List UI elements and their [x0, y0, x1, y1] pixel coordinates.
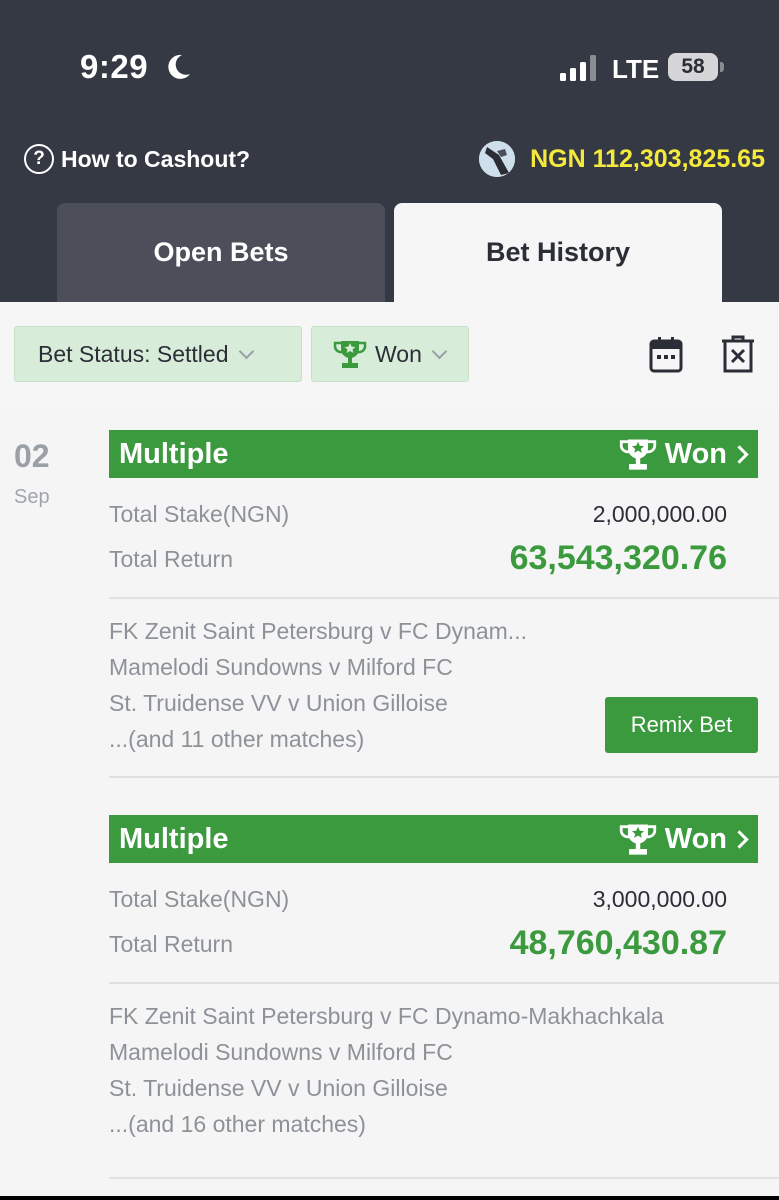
- how-to-cashout-label: How to Cashout?: [61, 145, 251, 172]
- bet-card[interactable]: Multiple Won Total Stake(NGN) 2,000,000.…: [109, 430, 779, 778]
- network-type: LTE: [612, 54, 660, 84]
- trophy-icon: [619, 824, 656, 855]
- divider: [109, 982, 779, 984]
- chevron-down-icon: [431, 343, 448, 359]
- bottom-edge: [0, 1196, 779, 1200]
- battery-icon: 58: [668, 53, 718, 81]
- date-day: 02: [14, 438, 50, 474]
- bet-status-dropdown[interactable]: Bet Status: Settled: [14, 326, 302, 382]
- divider: [109, 776, 779, 778]
- total-return-value: 63,543,320.76: [509, 539, 727, 577]
- battery-tip: [720, 62, 724, 72]
- tab-open-bets[interactable]: Open Bets: [57, 203, 385, 302]
- moon-icon: [168, 54, 190, 79]
- bet-result-label: Won: [664, 822, 727, 855]
- avatar[interactable]: [479, 141, 516, 177]
- match-item: Mamelodi Sundowns v Milford FC: [109, 654, 453, 680]
- result-filter-label: Won: [375, 340, 422, 367]
- total-stake-label: Total Stake(NGN): [109, 886, 290, 912]
- match-item: FK Zenit Saint Petersburg v FC Dynam...: [109, 618, 527, 644]
- bet-card[interactable]: Multiple Won Total Stake(NGN) 3,000,000.…: [109, 815, 779, 1185]
- total-stake-label: Total Stake(NGN): [109, 501, 290, 527]
- bet-status-label: Bet Status: Settled: [38, 340, 229, 367]
- total-stake-value: 2,000,000.00: [592, 501, 727, 527]
- total-return-label: Total Return: [109, 931, 234, 957]
- match-item: FK Zenit Saint Petersburg v FC Dynamo-Ma…: [109, 1003, 664, 1029]
- remix-bet-button[interactable]: Remix Bet: [605, 697, 758, 753]
- bet-type: Multiple: [119, 437, 229, 470]
- total-stake-value: 3,000,000.00: [592, 886, 727, 912]
- match-item: ...(and 16 other matches): [109, 1111, 366, 1137]
- battery-level: 58: [681, 55, 705, 78]
- tab-bet-history[interactable]: Bet History: [394, 203, 722, 302]
- balance-amount: NGN 112,303,825.65: [530, 144, 765, 173]
- result-filter-dropdown[interactable]: Won: [311, 326, 469, 382]
- bet-result: Won: [619, 437, 749, 471]
- help-circle-icon: ?: [24, 144, 54, 174]
- match-item: St. Truidense VV v Union Gilloise: [109, 690, 448, 716]
- header: 9:29 LTE 58 ? How to Cashout? NGN 112,30…: [0, 0, 779, 302]
- chevron-right-icon: [730, 444, 749, 464]
- status-bar: 9:29 LTE 58: [0, 0, 779, 110]
- trophy-icon: [333, 341, 367, 368]
- screen: 9:29 LTE 58 ? How to Cashout? NGN 112,30…: [0, 0, 779, 1196]
- filter-bar: Bet Status: Settled Won: [0, 302, 779, 410]
- clear-filter-icon[interactable]: [720, 334, 756, 374]
- bet-card-header[interactable]: Multiple Won: [109, 430, 758, 478]
- status-time: 9:29: [80, 48, 149, 85]
- calendar-icon[interactable]: [648, 334, 684, 374]
- bet-result: Won: [619, 822, 749, 856]
- bet-result-label: Won: [664, 437, 727, 470]
- bet-type: Multiple: [119, 822, 229, 855]
- date-month: Sep: [14, 486, 50, 508]
- trophy-icon: [619, 439, 656, 470]
- total-return-value: 48,760,430.87: [509, 924, 727, 962]
- account-balance[interactable]: NGN 112,303,825.65: [479, 141, 765, 177]
- chevron-down-icon: [238, 343, 254, 359]
- how-to-cashout-link[interactable]: ? How to Cashout?: [24, 144, 250, 174]
- bet-list: 02 Sep Multiple Won Total Stake(NGN) 2,0…: [0, 410, 779, 1196]
- bet-card-header[interactable]: Multiple Won: [109, 815, 758, 863]
- total-return-label: Total Return: [109, 546, 234, 572]
- match-item: Mamelodi Sundowns v Milford FC: [109, 1039, 453, 1065]
- chevron-right-icon: [730, 829, 749, 849]
- match-item: ...(and 11 other matches): [109, 726, 365, 752]
- divider: [109, 597, 779, 599]
- divider: [109, 1177, 779, 1179]
- match-item: St. Truidense VV v Union Gilloise: [109, 1075, 448, 1101]
- signal-icon: [560, 55, 596, 81]
